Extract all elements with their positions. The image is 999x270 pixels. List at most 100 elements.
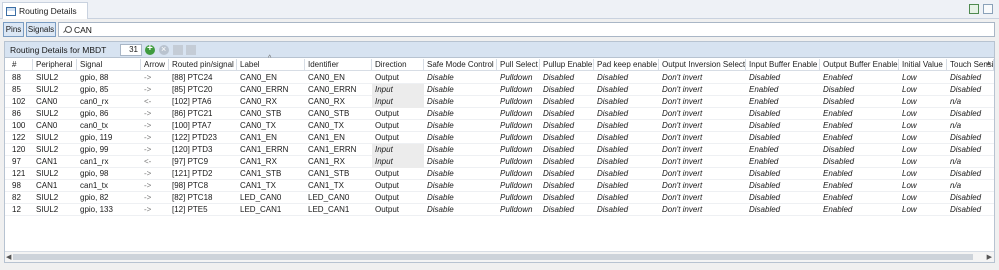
cell-arrow[interactable]: <- [141, 96, 169, 108]
cell-arrow[interactable]: -> [141, 72, 169, 84]
cell-index[interactable]: 12 [9, 204, 33, 216]
cell-index[interactable]: 122 [9, 132, 33, 144]
cell-label[interactable]: CAN0_ERRN [237, 84, 305, 96]
cell-output-inversion[interactable]: Don't invert [659, 180, 746, 192]
column-header-arrow[interactable]: Arrow [141, 59, 169, 71]
cell-pad-keep[interactable]: Disabled [594, 132, 659, 144]
cell-input-buffer[interactable]: Disabled [746, 108, 820, 120]
column-header-pull-select[interactable]: Pull Select [497, 59, 540, 71]
cell-pullup-enable[interactable]: Disabled [540, 120, 594, 132]
table-row[interactable]: 120 SIUL2 gpio, 99 -> [120] PTD3 CAN1_ERRN CAN… [5, 144, 994, 156]
cell-pad-keep[interactable]: Disabled [594, 72, 659, 84]
cell-pad-keep[interactable]: Disabled [594, 192, 659, 204]
cell-pull-select[interactable]: Pulldown [497, 84, 540, 96]
signals-toggle-button[interactable]: Signals [26, 22, 56, 37]
cell-signal[interactable]: can0_tx [77, 120, 141, 132]
cell-peripheral[interactable]: CAN1 [33, 156, 77, 168]
cell-arrow[interactable]: -> [141, 192, 169, 204]
cell-label[interactable]: LED_CAN1 [237, 204, 305, 216]
cell-routed-pin[interactable]: [102] PTA6 [169, 96, 237, 108]
cell-safe-mode[interactable]: Disable [424, 84, 497, 96]
cell-peripheral[interactable]: SIUL2 [33, 144, 77, 156]
cell-signal[interactable]: gpio, 82 [77, 192, 141, 204]
cell-touch-sensing[interactable]: Disabled [947, 168, 994, 180]
cell-signal[interactable]: gpio, 88 [77, 72, 141, 84]
cell-output-inversion[interactable]: Don't invert [659, 84, 746, 96]
cell-pull-select[interactable]: Pulldown [497, 144, 540, 156]
cell-touch-sensing[interactable]: n/a [947, 156, 994, 168]
cell-identifier[interactable]: CAN1_RX [305, 156, 372, 168]
cell-pull-select[interactable]: Pulldown [497, 156, 540, 168]
table-row[interactable]: 102 CAN0 can0_rx <- [102] PTA6 CAN0_RX CAN0_RX… [5, 96, 994, 108]
cell-pad-keep[interactable]: Disabled [594, 108, 659, 120]
cell-index[interactable]: 121 [9, 168, 33, 180]
cell-initial-value[interactable]: Low [899, 84, 947, 96]
column-header-pad-keep[interactable]: Pad keep enable [594, 59, 659, 71]
cell-pad-keep[interactable]: Disabled [594, 84, 659, 96]
column-header-input-buffer[interactable]: Input Buffer Enable [746, 59, 820, 71]
cell-direction[interactable]: Output [372, 132, 424, 144]
column-header-label[interactable]: Label [237, 59, 305, 71]
cell-initial-value[interactable]: Low [899, 156, 947, 168]
cell-pullup-enable[interactable]: Disabled [540, 192, 594, 204]
cell-label[interactable]: CAN1_RX [237, 156, 305, 168]
cell-pullup-enable[interactable]: Disabled [540, 84, 594, 96]
cell-pull-select[interactable]: Pulldown [497, 180, 540, 192]
cell-input-buffer[interactable]: Disabled [746, 72, 820, 84]
cell-arrow[interactable]: -> [141, 108, 169, 120]
cell-arrow[interactable]: -> [141, 168, 169, 180]
cell-safe-mode[interactable]: Disable [424, 156, 497, 168]
cell-index[interactable]: 100 [9, 120, 33, 132]
cell-output-inversion[interactable]: Don't invert [659, 168, 746, 180]
cell-peripheral[interactable]: SIUL2 [33, 204, 77, 216]
cell-direction[interactable]: Output [372, 204, 424, 216]
routing-details-tab[interactable]: Routing Details [2, 2, 88, 19]
cell-routed-pin[interactable]: [88] PTC24 [169, 72, 237, 84]
cell-safe-mode[interactable]: Disable [424, 204, 497, 216]
search-input[interactable] [74, 24, 974, 35]
cell-pullup-enable[interactable]: Disabled [540, 168, 594, 180]
column-header-index[interactable]: # [9, 59, 33, 71]
cell-touch-sensing[interactable]: Disabled [947, 144, 994, 156]
cell-pullup-enable[interactable]: Disabled [540, 96, 594, 108]
cell-direction[interactable]: Input [372, 156, 424, 168]
cell-index[interactable]: 120 [9, 144, 33, 156]
table-row[interactable]: 12 SIUL2 gpio, 133 -> [12] PTE5 LED_CAN1 LED_C… [5, 204, 994, 216]
cell-input-buffer[interactable]: Enabled [746, 96, 820, 108]
scroll-right-icon[interactable]: ▶ [987, 253, 992, 261]
cell-signal[interactable]: gpio, 119 [77, 132, 141, 144]
cell-initial-value[interactable]: Low [899, 108, 947, 120]
cell-output-inversion[interactable]: Don't invert [659, 72, 746, 84]
cell-arrow[interactable]: -> [141, 144, 169, 156]
cell-touch-sensing[interactable]: Disabled [947, 84, 994, 96]
cell-pull-select[interactable]: Pulldown [497, 108, 540, 120]
cell-arrow[interactable]: -> [141, 204, 169, 216]
column-header-initial-value[interactable]: Initial Value [899, 59, 947, 71]
column-header-identifier[interactable]: Identifier [305, 59, 372, 71]
cell-direction[interactable]: Input [372, 96, 424, 108]
cell-safe-mode[interactable]: Disable [424, 96, 497, 108]
cell-label[interactable]: CAN1_TX [237, 180, 305, 192]
minimize-icon[interactable] [969, 4, 979, 14]
cell-input-buffer[interactable]: Disabled [746, 120, 820, 132]
cell-index[interactable]: 98 [9, 180, 33, 192]
cell-pullup-enable[interactable]: Disabled [540, 144, 594, 156]
cell-identifier[interactable]: CAN1_EN [305, 132, 372, 144]
cell-arrow[interactable]: -> [141, 132, 169, 144]
cell-peripheral[interactable]: CAN1 [33, 180, 77, 192]
cell-input-buffer[interactable]: Disabled [746, 180, 820, 192]
cell-initial-value[interactable]: Low [899, 132, 947, 144]
cell-index[interactable]: 85 [9, 84, 33, 96]
cell-pull-select[interactable]: Pulldown [497, 132, 540, 144]
cell-touch-sensing[interactable]: Disabled [947, 72, 994, 84]
cell-pull-select[interactable]: Pulldown [497, 168, 540, 180]
column-header-safe-mode[interactable]: Safe Mode Control [424, 59, 497, 71]
cell-identifier[interactable]: CAN0_EN [305, 72, 372, 84]
cell-identifier[interactable]: CAN0_ERRN [305, 84, 372, 96]
cell-input-buffer[interactable]: Enabled [746, 144, 820, 156]
column-header-peripheral[interactable]: Peripheral [33, 59, 77, 71]
cell-input-buffer[interactable]: Enabled [746, 156, 820, 168]
cell-signal[interactable]: can0_rx [77, 96, 141, 108]
cell-identifier[interactable]: CAN1_TX [305, 180, 372, 192]
cell-routed-pin[interactable]: [100] PTA7 [169, 120, 237, 132]
